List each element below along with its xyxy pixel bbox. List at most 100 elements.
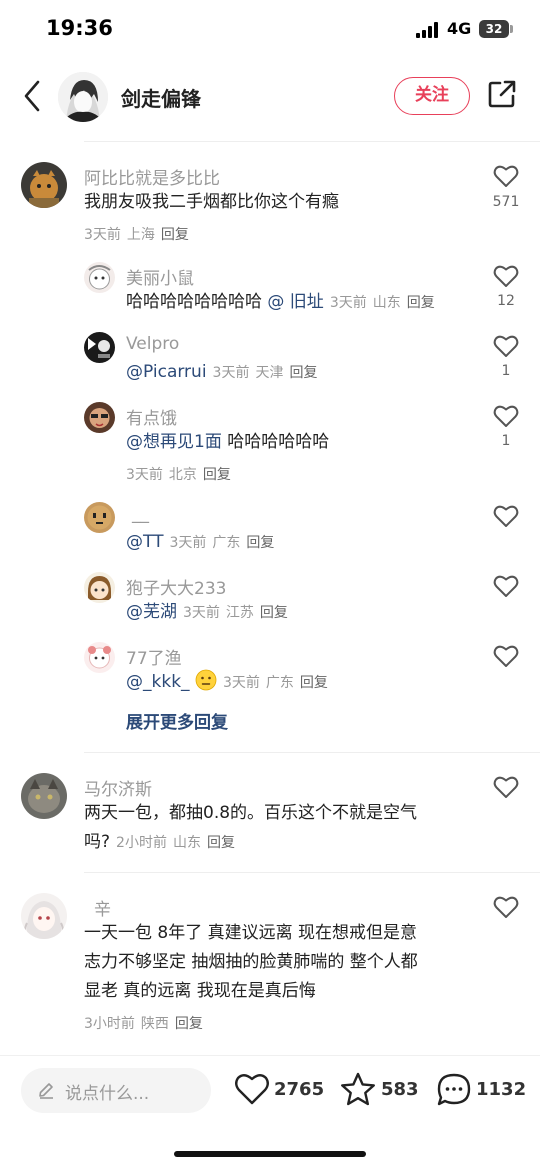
reply-button[interactable]: 回复 [289,365,317,381]
mention-link[interactable]: @_kkk_ [126,672,190,692]
reply-time: 3天前 [169,535,207,551]
reply-button[interactable]: 回复 [161,227,189,243]
back-arrow-icon[interactable] [18,76,48,116]
author-name[interactable]: 剑走偏锋 [121,83,201,112]
comment-input[interactable]: 说点什么... [21,1068,211,1113]
reply-button[interactable]: 回复 [300,675,328,691]
comment-text[interactable]: 我朋友吸我二手烟都比你这个有瘾 [84,188,339,217]
comment-input-placeholder: 说点什么... [65,1084,150,1104]
reply-time: 3天前 [126,467,163,483]
status-time: 19:36 [46,16,113,40]
reply-button[interactable]: 回复 [260,605,288,621]
heart-icon[interactable] [493,404,519,428]
comment-meta: 3小时前 陕西 回复 [84,1013,209,1033]
reply-location: 山东 [372,295,401,311]
emoji-icon [195,669,217,691]
avatar[interactable] [21,893,67,939]
reply-username[interactable]: __ [132,504,149,524]
avatar[interactable] [84,262,115,293]
reply-time: 3天前 [222,675,260,691]
pencil-icon [39,1083,53,1099]
comment-text[interactable]: 一天一包 8年了 真建议远离 现在想戒但是意 [84,919,417,948]
like-count: 12 [497,293,515,309]
heart-icon[interactable] [493,775,519,799]
reply-username[interactable]: 77了渔 [126,644,182,669]
reply-text[interactable]: @_kkk_ 3天前 广东 回复 [126,668,328,698]
reply-text[interactable]: @Picarrui 3天前 天津 回复 [126,358,317,388]
mention-link[interactable]: @Picarrui [126,362,207,382]
reply-text[interactable]: @想再见1面 哈哈哈哈哈哈 [126,428,329,457]
reply-button[interactable]: 回复 [207,835,235,851]
reply-text[interactable]: @芜湖 3天前 江苏 回复 [126,598,288,628]
avatar[interactable] [84,402,115,433]
comment-count: 1132 [476,1079,527,1100]
bottom-bar: 说点什么... 2765 583 1132 [0,1055,540,1169]
comment-action[interactable]: 1132 [436,1072,526,1108]
reply-username[interactable]: Velpro [126,334,179,354]
bottom-divider [0,1055,540,1056]
reply-button[interactable]: 回复 [203,467,231,483]
heart-icon[interactable] [493,895,519,919]
nav-header: 剑走偏锋 关注 [0,62,540,132]
reply-time: 3天前 [183,605,220,621]
heart-icon[interactable] [493,334,519,358]
home-indicator [174,1151,366,1157]
reply-text[interactable]: 哈哈哈哈哈哈哈哈 @ 旧址 3天前 山东 回复 [126,288,435,318]
reply-location: 天津 [255,365,284,381]
mention-link[interactable]: @TT [126,532,163,552]
comment-username[interactable]: 马尔济斯 [84,775,152,800]
mention-link[interactable]: @芜湖 [126,602,177,622]
like-count: 1 [501,433,511,449]
reply-button[interactable]: 回复 [407,295,435,311]
reply-text[interactable]: @TT 3天前 广东 回复 [126,528,274,558]
follow-button[interactable]: 关注 [394,77,470,115]
like-count: 2765 [274,1079,325,1100]
reply-content: 哈哈哈哈哈哈哈哈 [126,292,262,312]
avatar[interactable] [84,572,115,603]
star-action[interactable]: 583 [340,1072,420,1108]
mention-link[interactable]: @想再见1面 [126,432,222,452]
comment-text-line2[interactable]: 吗? 2小时前 山东 回复 [84,828,235,858]
author-avatar[interactable] [58,72,108,122]
comment-text[interactable]: 两天一包，都抽0.8的。百乐这个不就是空气 [84,799,417,828]
mention-link[interactable]: @ 旧址 [267,292,323,312]
avatar[interactable] [21,773,67,819]
like-action[interactable]: 2765 [234,1072,324,1108]
reply-button[interactable]: 回复 [175,1016,203,1032]
comment-location: 上海 [126,227,155,243]
reply-location: 广东 [212,535,241,551]
comment-location: 陕西 [140,1016,169,1032]
reply-location: 江苏 [225,605,254,621]
status-bar: 19:36 4G 32 [0,0,540,60]
star-count: 583 [381,1079,419,1100]
expand-replies-link[interactable]: 展开更多回复 [126,708,228,733]
reply-button[interactable]: 回复 [246,535,274,551]
avatar[interactable] [84,502,115,533]
heart-icon[interactable] [493,504,519,528]
avatar[interactable] [84,642,115,673]
comment-time: 2小时前 [116,835,167,851]
heart-icon[interactable] [493,574,519,598]
reply-location: 北京 [168,467,197,483]
reply-meta: 3天前 北京 回复 [126,464,237,484]
star-icon [341,1072,375,1106]
comment-time: 3天前 [84,227,121,243]
heart-icon[interactable] [493,264,519,288]
comment-username[interactable]: 阿比比就是多比比 [84,164,220,189]
avatar[interactable] [84,332,115,363]
reply-username[interactable]: 有点饿 [126,404,177,429]
comment-text[interactable]: 显老 真的远离 我现在是真后悔 [84,977,316,1006]
share-icon[interactable] [486,78,518,110]
heart-icon[interactable] [493,164,519,188]
reply-time: 3天前 [212,365,250,381]
heart-icon [235,1074,269,1105]
reply-username[interactable]: 美丽小鼠 [126,264,194,289]
comment-username[interactable]: 辛 [94,895,111,920]
avatar[interactable] [21,162,67,208]
reply-username[interactable]: 狍子大大233 [126,574,226,599]
heart-icon[interactable] [493,644,519,668]
like-count: 1 [501,363,511,379]
nav-divider [84,141,540,142]
comment-content: 吗? [84,832,111,852]
comment-text[interactable]: 志力不够坚定 抽烟抽的脸黄肺喘的 整个人都 [84,948,418,977]
